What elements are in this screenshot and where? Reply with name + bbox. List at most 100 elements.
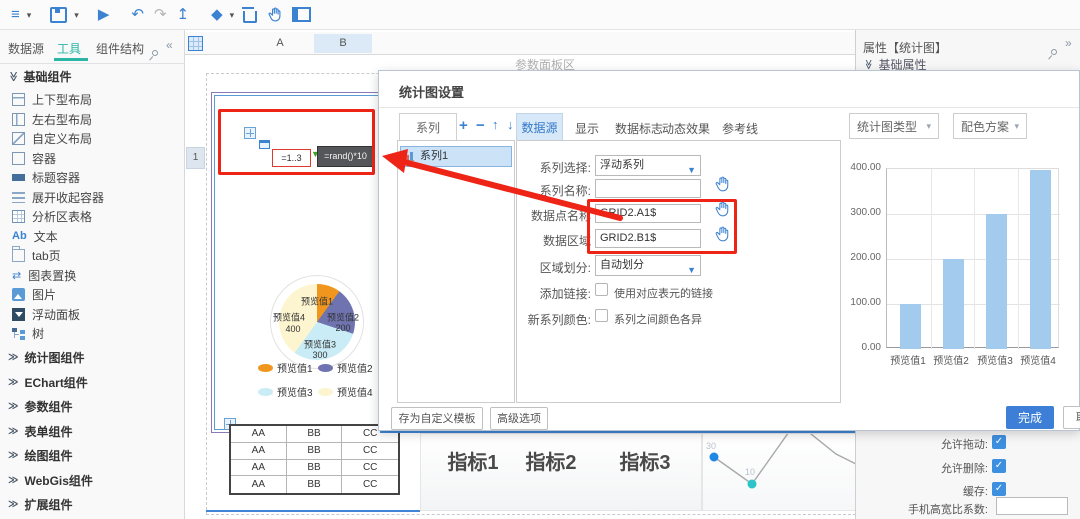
section-basic-components[interactable]: ≫ 基础组件 (8, 68, 71, 85)
sidebar-item-expand-container[interactable]: 展开收起容器 (12, 189, 104, 205)
cancel-button[interactable]: 取消 (1063, 406, 1080, 429)
save-icon[interactable] (50, 7, 67, 23)
row-header-1[interactable]: 1 (186, 147, 205, 169)
sidebar-item-container[interactable]: 容器 (12, 150, 56, 166)
chart-type-dropdown[interactable]: 统计图类型 ▾ (849, 113, 939, 139)
section-form-components[interactable]: ≫表单组件 (8, 423, 72, 440)
section-chart-components[interactable]: ≫统计图组件 (8, 349, 84, 366)
remove-series-button[interactable]: − (476, 117, 485, 134)
data-area-input[interactable] (595, 229, 701, 248)
aspect-ratio-input[interactable] (996, 497, 1068, 515)
section-label: 扩展组件 (24, 496, 72, 513)
menu-caret-icon[interactable]: ▾ (25, 0, 34, 30)
region-dropdown[interactable]: 自动划分 ▼ (595, 255, 701, 276)
sidebar-tab-structure[interactable]: 组件结构 (96, 40, 144, 57)
sidebar-item-layout-custom[interactable]: 自定义布局 (12, 130, 92, 146)
save-template-button[interactable]: 存为自定义模板 (391, 407, 483, 430)
sidebar-item-float-panel[interactable]: 浮动面板 (12, 306, 80, 322)
series-select-label: 系列选择: (491, 159, 591, 176)
section-drawing-components[interactable]: ≫绘图组件 (8, 447, 72, 464)
section-echart-components[interactable]: ≫EChart组件 (8, 374, 88, 391)
collapse-panel-icon[interactable]: « (166, 38, 173, 52)
sidebar-tab-datasource[interactable]: 数据源 (8, 40, 44, 57)
table-cell[interactable]: BB (287, 476, 343, 493)
table-cell[interactable]: BB (287, 460, 343, 477)
sidebar-item-tree[interactable]: 树 (12, 325, 44, 341)
sidebar-item-layout-lr[interactable]: 左右型布局 (12, 111, 92, 127)
table-cell[interactable]: BB (287, 443, 343, 460)
expand-panel-icon[interactable]: » (1065, 36, 1072, 50)
sidebar-tab-tools[interactable]: 工具 (57, 40, 81, 57)
series-name-input[interactable] (595, 179, 701, 198)
hand-picker-icon[interactable] (715, 201, 730, 222)
table-cell[interactable]: CC (342, 443, 398, 460)
tab-series[interactable]: 系列 (399, 113, 457, 141)
active-tab-underline (54, 58, 88, 61)
table-cell[interactable]: CC (342, 460, 398, 477)
analysis-table-icon (12, 210, 25, 223)
tab-datasource[interactable]: 数据源 (516, 113, 563, 141)
hand-tool-icon[interactable] (264, 6, 286, 24)
checkbox-allow-delete[interactable]: ✓ (992, 459, 1006, 473)
undo-icon[interactable]: ↶ (126, 0, 149, 30)
hand-picker-icon[interactable] (715, 176, 730, 197)
format-brush-icon[interactable]: ◆ (206, 0, 228, 30)
layout-top-bottom-icon (12, 93, 25, 106)
sidebar-item-title-container[interactable]: 标题容器 (12, 169, 80, 185)
hand-picker-icon[interactable] (715, 226, 730, 247)
sidebar-item-chart-swap[interactable]: ⇄图表置换 (12, 267, 76, 283)
column-header-b[interactable]: B (314, 34, 372, 53)
panels-icon[interactable] (292, 7, 311, 22)
format-caret-icon[interactable]: ▾ (228, 0, 237, 30)
column-header-a[interactable]: A (245, 34, 315, 53)
sidebar-item-tab-page[interactable]: tab页 (12, 247, 61, 263)
save-caret-icon[interactable]: ▾ (72, 0, 81, 30)
tab-data-labels[interactable]: 数据标志 (615, 120, 663, 137)
menu-icon[interactable]: ≡ (6, 0, 25, 30)
add-series-button[interactable]: + (459, 117, 468, 134)
series-color-checkbox[interactable] (595, 309, 608, 322)
bar-value-100 (900, 304, 921, 349)
series-select-dropdown[interactable]: 浮动系列 ▼ (595, 155, 701, 176)
caret-down-icon: ▼ (687, 261, 696, 280)
metric-label-2: 指标2 (509, 446, 593, 475)
delete-icon[interactable] (243, 11, 257, 23)
checkbox-allow-drag[interactable]: ✓ (992, 435, 1006, 449)
point-name-input[interactable] (595, 204, 701, 223)
color-scheme-dropdown[interactable]: 配色方案 ▾ (953, 113, 1027, 139)
sidebar-item-layout-tb[interactable]: 上下型布局 (12, 91, 92, 107)
data-table-widget[interactable]: AA BB CC AA BB CC AA BB CC AA BB CC (229, 424, 400, 495)
table-cell[interactable]: CC (342, 476, 398, 493)
export-icon[interactable]: ↥ (172, 0, 195, 30)
item-label: 图片 (32, 286, 56, 303)
pin-icon[interactable] (151, 49, 159, 57)
sidebar-item-text[interactable]: Ab文本 (12, 228, 58, 244)
section-webgis-components[interactable]: ≫WebGis组件 (8, 472, 93, 489)
legend-label: 预览值2 (337, 360, 373, 375)
line-chart-widget[interactable]: 30 10 20 (702, 433, 880, 511)
tab-dynamic-effects[interactable]: 动态效果 (662, 120, 710, 137)
finish-button[interactable]: 完成 (1006, 406, 1054, 429)
run-icon[interactable]: ▶ (93, 0, 115, 30)
checkbox-cache[interactable]: ✓ (992, 482, 1006, 496)
grid-toggle-icon[interactable] (188, 36, 203, 51)
table-cell[interactable]: AA (231, 476, 287, 493)
tab-display[interactable]: 显示 (575, 120, 599, 137)
pie-label: 预览值2 (327, 311, 359, 324)
table-cell[interactable]: AA (231, 443, 287, 460)
section-extension-components[interactable]: ≫扩展组件 (8, 496, 72, 513)
table-cell[interactable]: BB (287, 426, 343, 443)
section-parameter-components[interactable]: ≫参数组件 (8, 398, 72, 415)
table-cell[interactable]: AA (231, 426, 287, 443)
sidebar-item-image[interactable]: 图片 (12, 286, 56, 302)
advanced-options-button[interactable]: 高级选项 (490, 407, 548, 430)
sidebar-item-analysis-table[interactable]: 分析区表格 (12, 208, 92, 224)
move-up-button[interactable]: ↑ (492, 117, 499, 132)
move-down-button[interactable]: ↓ (507, 117, 514, 132)
pin-icon[interactable] (1050, 48, 1058, 56)
dropdown-value: 浮动系列 (600, 159, 644, 171)
link-checkbox[interactable] (595, 283, 608, 296)
redo-icon[interactable]: ↷ (149, 0, 172, 30)
tab-reference-line[interactable]: 参考线 (722, 120, 758, 137)
table-cell[interactable]: AA (231, 460, 287, 477)
